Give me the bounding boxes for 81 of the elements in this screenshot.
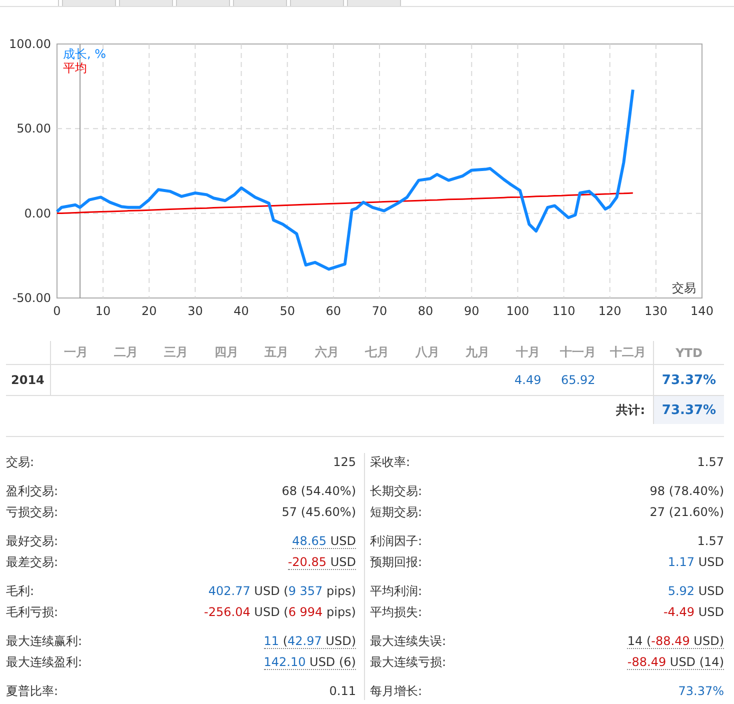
- stat-label: 采收率:: [370, 454, 410, 470]
- stat-value: 14 (-88.49 USD): [627, 634, 724, 648]
- stat-label: 每月增长:: [370, 682, 422, 700]
- column-header: 一月: [50, 341, 101, 364]
- column-header: 四月: [201, 341, 252, 364]
- stat-label: 亏损交易:: [6, 504, 58, 520]
- stat-value: 27 (21.60%): [650, 505, 724, 519]
- axis-label: 140: [690, 304, 714, 318]
- stat-label: 最大连续盈利:: [6, 654, 82, 670]
- stat-value: -88.49 USD (14): [627, 654, 724, 670]
- stat-label: 长期交易:: [370, 482, 422, 500]
- legend-label: 成长, %: [63, 47, 106, 61]
- stat-label: 短期交易:: [370, 504, 422, 520]
- stat-value: 1.17 USD: [668, 555, 724, 569]
- axis-title: 交易: [672, 281, 696, 295]
- stat-value: 98 (78.40%): [650, 484, 724, 498]
- axis-label: 0.00: [24, 206, 51, 220]
- stat-label: 利润因子:: [370, 532, 422, 550]
- column-header: 二月: [100, 341, 151, 364]
- axis-label: 10: [95, 304, 111, 318]
- stat-value: 68 (54.40%): [282, 484, 356, 498]
- column-header: [6, 341, 50, 364]
- stat-value: -20.85 USD: [288, 554, 356, 570]
- column-header: 五月: [252, 341, 302, 364]
- stat-label: 盈利交易:: [6, 482, 58, 500]
- stat-label: 毛利亏损:: [6, 604, 58, 620]
- column-header: 十月: [502, 341, 553, 364]
- axis-label: 50.00: [16, 122, 51, 136]
- stat-value: 142.10 USD (6): [264, 654, 356, 670]
- stat-label: 交易:: [6, 454, 34, 470]
- stat-value: -256.04 USD (6 994 pips): [204, 605, 356, 619]
- column-header: 七月: [352, 341, 402, 364]
- axis-label: -50.00: [12, 291, 51, 305]
- column-header: 八月: [402, 341, 452, 364]
- axis-label: 80: [418, 304, 434, 318]
- axis-label: 0: [53, 304, 61, 318]
- axis-label: 60: [326, 304, 342, 318]
- axis-label: 40: [234, 304, 249, 318]
- axis-label: 100.00: [9, 37, 51, 51]
- stat-value: 11 (42.97 USD): [264, 634, 356, 648]
- stat-label: 最差交易:: [6, 554, 58, 570]
- stat-value: 125: [333, 455, 356, 469]
- axis-label: 130: [644, 304, 668, 318]
- column-header: 十一月: [553, 341, 604, 364]
- total-label: 共计:: [6, 396, 654, 424]
- stat-value: 1.57: [697, 534, 724, 548]
- stat-label: 毛利:: [6, 582, 34, 600]
- stat-label: 最大连续亏损:: [370, 654, 446, 670]
- axis-label: 120: [598, 304, 622, 318]
- axis-label: 90: [464, 304, 480, 318]
- stat-value: 402.77 USD (9 357 pips): [208, 584, 356, 598]
- stat-label: 最大连续失误:: [370, 632, 446, 650]
- stat-label: 平均损失:: [370, 604, 422, 620]
- column-header: YTD: [654, 341, 724, 364]
- axis-label: 100: [506, 304, 530, 318]
- stat-value: 57 (45.60%): [282, 505, 356, 519]
- axis-label: 110: [552, 304, 576, 318]
- year-cell: 2014: [6, 364, 50, 396]
- stat-label: 预期回报:: [370, 554, 422, 570]
- axis-label: 30: [188, 304, 203, 318]
- stat-label: 平均利润:: [370, 582, 422, 600]
- column-header: 十二月: [603, 341, 654, 364]
- table-cell: 65.92: [553, 364, 604, 396]
- stat-value: 0.11: [329, 684, 356, 698]
- stat-value: 73.37%: [678, 684, 724, 698]
- column-header: 九月: [452, 341, 503, 364]
- stat-value: -4.49 USD: [663, 605, 724, 619]
- stat-value: 5.92 USD: [668, 584, 724, 598]
- column-header: 三月: [151, 341, 202, 364]
- stat-label: 夏普比率:: [6, 682, 58, 700]
- stat-label: 最好交易:: [6, 532, 58, 550]
- axis-label: 70: [372, 304, 388, 318]
- column-header: 六月: [302, 341, 352, 364]
- stat-value: 1.57: [697, 455, 724, 469]
- axis-label: 20: [142, 304, 157, 318]
- total-cell: 73.37%: [654, 396, 724, 424]
- table-cell: 4.49: [502, 364, 553, 396]
- stat-label: 最大连续赢利:: [6, 632, 82, 650]
- stat-value: 48.65 USD: [292, 534, 356, 548]
- axis-label: 50: [280, 304, 295, 318]
- legend-label: 平均: [63, 61, 87, 75]
